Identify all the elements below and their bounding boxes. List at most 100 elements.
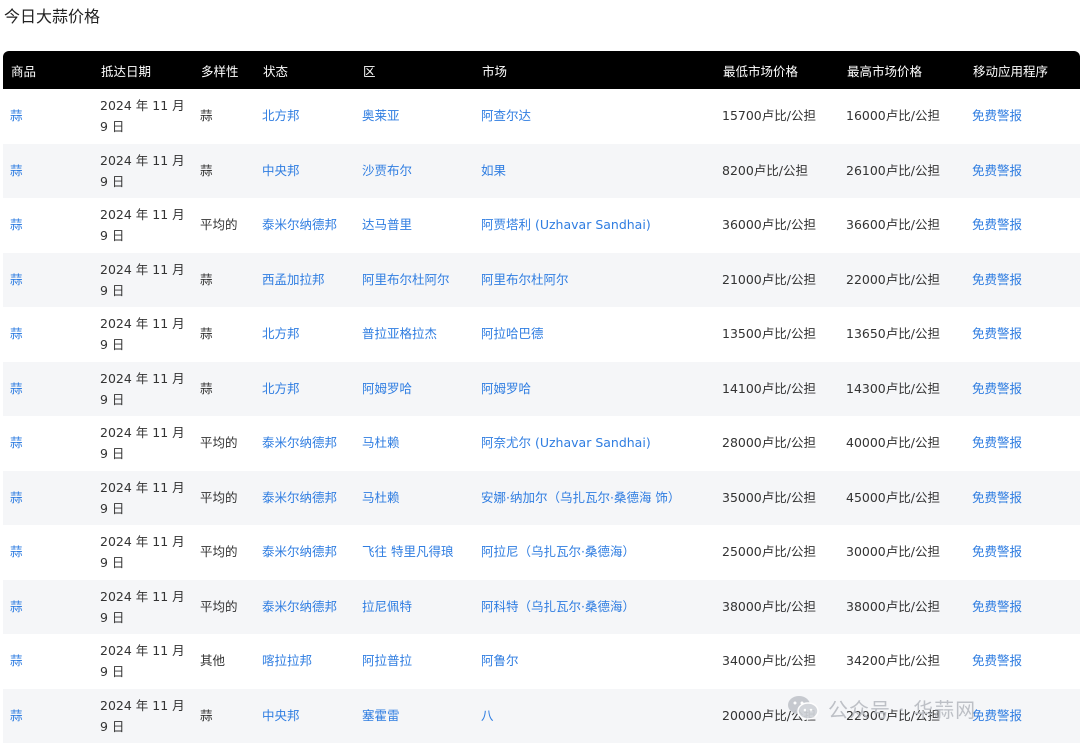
cell-max-price: 34200卢比/公担 xyxy=(846,653,940,669)
cell-state[interactable]: 中央邦 xyxy=(255,689,355,744)
cell-max-price: 22000卢比/公担 xyxy=(846,271,940,287)
cell-max-price: 40000卢比/公担 xyxy=(846,435,940,451)
header-arrival-date: 抵达日期 xyxy=(101,63,152,79)
cell-arrival-date: 2024 年 11 月 9 日 xyxy=(93,307,193,362)
cell-free-alert-link[interactable]: 免费警报 xyxy=(965,580,1080,635)
cell-arrival-date: 2024 年 11 月 9 日 xyxy=(93,525,193,580)
cell-free-alert-link[interactable]: 免费警报 xyxy=(965,253,1080,308)
cell-district[interactable]: 沙贾布尔 xyxy=(355,144,474,199)
table-row: 蒜 2024 年 11 月 9 日 平均的 泰米尔纳德邦 拉尼佩特 阿科特（乌扎瓦尔·桑德海… xyxy=(3,579,1080,635)
cell-market[interactable]: 阿贾塔利 (Uzhavar Sandhai) xyxy=(474,198,715,253)
cell-free-alert-link[interactable]: 免费警报 xyxy=(965,144,1080,199)
cell-market[interactable]: 八 xyxy=(474,689,715,744)
cell-market[interactable]: 阿鲁尔 xyxy=(474,634,715,689)
cell-state[interactable]: 喀拉拉邦 xyxy=(255,634,355,689)
cell-commodity[interactable]: 蒜 xyxy=(3,525,93,580)
cell-arrival-date: 2024 年 11 月 9 日 xyxy=(93,144,193,199)
cell-district[interactable]: 普拉亚格拉杰 xyxy=(355,307,474,362)
cell-commodity[interactable]: 蒜 xyxy=(3,307,93,362)
cell-state[interactable]: 中央邦 xyxy=(255,144,355,199)
cell-district[interactable]: 阿姆罗哈 xyxy=(355,362,474,417)
cell-commodity[interactable]: 蒜 xyxy=(3,580,93,635)
cell-variety: 平均的 xyxy=(200,435,238,451)
cell-district[interactable]: 奥莱亚 xyxy=(355,89,474,144)
cell-district[interactable]: 飞往 特里凡得琅 xyxy=(355,525,474,580)
cell-district[interactable]: 阿拉普拉 xyxy=(355,634,474,689)
cell-market[interactable]: 阿姆罗哈 xyxy=(474,362,715,417)
cell-free-alert-link[interactable]: 免费警报 xyxy=(965,634,1080,689)
cell-variety: 平均的 xyxy=(200,598,238,614)
cell-state[interactable]: 泰米尔纳德邦 xyxy=(255,198,355,253)
cell-min-price: 14100卢比/公担 xyxy=(722,380,816,396)
date-line: 9 日 xyxy=(100,446,125,462)
cell-state[interactable]: 北方邦 xyxy=(255,362,355,417)
date-line: 9 日 xyxy=(100,391,125,407)
cell-variety: 其他 xyxy=(200,653,226,669)
cell-free-alert-link[interactable]: 免费警报 xyxy=(965,525,1080,580)
cell-commodity[interactable]: 蒜 xyxy=(3,471,93,526)
date-line: 2024 年 11 月 xyxy=(100,588,185,604)
table-row: 蒜 2024 年 11 月9 日蒜中央邦 沙贾布尔 如果 8200卢比/公担 26100卢… xyxy=(3,143,1080,199)
cell-state[interactable]: 泰米尔纳德邦 xyxy=(255,416,355,471)
cell-district[interactable]: 拉尼佩特 xyxy=(355,580,474,635)
cell-variety: 蒜 xyxy=(200,707,213,723)
cell-arrival-date: 2024 年 11 月 9 日 xyxy=(93,634,193,689)
cell-commodity[interactable]: 蒜 xyxy=(3,253,93,308)
cell-commodity[interactable]: 蒜 xyxy=(3,416,93,471)
cell-state[interactable]: 北方邦 xyxy=(255,307,355,362)
cell-commodity[interactable]: 蒜 xyxy=(3,198,93,253)
cell-max-price: 45000卢比/公担 xyxy=(846,489,940,505)
date-line: 9 日 xyxy=(100,664,125,680)
cell-market[interactable]: 阿奈尤尔 (Uzhavar Sandhai) xyxy=(474,416,715,471)
cell-free-alert-link[interactable]: 免费警报 xyxy=(965,198,1080,253)
date-line: 2024 年 11 月 xyxy=(100,534,185,550)
cell-state[interactable]: 泰米尔纳德邦 xyxy=(255,580,355,635)
date-line: 2024 年 11 月 xyxy=(100,98,185,114)
date-line: 2024 年 11 月 xyxy=(100,425,185,441)
cell-state[interactable]: 泰米尔纳德邦 xyxy=(255,471,355,526)
cell-commodity[interactable]: 蒜 xyxy=(3,689,93,744)
cell-variety: 平均的 xyxy=(200,544,238,560)
cell-free-alert-link[interactable]: 免费警报 xyxy=(965,362,1080,417)
cell-variety: 蒜 xyxy=(200,108,213,124)
cell-district[interactable]: 马杜赖 xyxy=(355,471,474,526)
cell-market[interactable]: 阿查尔达 xyxy=(474,89,715,144)
header-mobile-app: 移动应用程序 xyxy=(973,63,1049,79)
cell-free-alert-link[interactable]: 免费警报 xyxy=(965,689,1080,744)
cell-market[interactable]: 阿里布尔杜阿尔 xyxy=(474,253,715,308)
cell-district[interactable]: 阿里布尔杜阿尔 xyxy=(355,253,474,308)
cell-arrival-date: 2024 年 11 月 9 日 xyxy=(93,198,193,253)
cell-state[interactable]: 西孟加拉邦 xyxy=(255,253,355,308)
cell-min-price: 8200卢比/公担 xyxy=(722,162,809,178)
cell-commodity[interactable]: 蒜 xyxy=(3,634,93,689)
cell-commodity[interactable]: 蒜 xyxy=(3,89,93,144)
cell-free-alert-link[interactable]: 免费警报 xyxy=(965,471,1080,526)
cell-max-price: 14300卢比/公担 xyxy=(846,380,940,396)
cell-free-alert-link[interactable]: 免费警报 xyxy=(965,416,1080,471)
cell-market[interactable]: 如果 xyxy=(474,144,715,199)
cell-district[interactable]: 塞霍雷 xyxy=(355,689,474,744)
date-line: 2024 年 11 月 xyxy=(100,261,185,277)
cell-free-alert-link[interactable]: 免费警报 xyxy=(965,89,1080,144)
cell-district[interactable]: 达马普里 xyxy=(355,198,474,253)
cell-state[interactable]: 泰米尔纳德邦 xyxy=(255,525,355,580)
cell-market[interactable]: 阿拉尼（乌扎瓦尔·桑德海） xyxy=(474,525,715,580)
cell-variety: 平均的 xyxy=(200,217,238,233)
cell-free-alert-link[interactable]: 免费警报 xyxy=(965,307,1080,362)
cell-commodity[interactable]: 蒜 xyxy=(3,362,93,417)
date-line: 9 日 xyxy=(100,500,125,516)
cell-arrival-date: 2024 年 11 月 9 日 xyxy=(93,416,193,471)
cell-variety: 蒜 xyxy=(200,162,213,178)
cell-market[interactable]: 阿拉哈巴德 xyxy=(474,307,715,362)
date-line: 2024 年 11 月 xyxy=(100,370,185,386)
date-line: 9 日 xyxy=(100,718,125,734)
cell-arrival-date: 2024 年 11 月 9 日 xyxy=(93,471,193,526)
cell-state[interactable]: 北方邦 xyxy=(255,89,355,144)
date-line: 9 日 xyxy=(100,282,125,298)
cell-commodity[interactable]: 蒜 xyxy=(3,144,93,199)
cell-market[interactable]: 阿科特（乌扎瓦尔·桑德海） xyxy=(474,580,715,635)
cell-arrival-date: 2024 年 11 月 9 日 xyxy=(93,580,193,635)
cell-market[interactable]: 安娜·纳加尔（乌扎瓦尔·桑德海 饰） xyxy=(474,471,715,526)
cell-district[interactable]: 马杜赖 xyxy=(355,416,474,471)
table-row: 蒜 2024 年 11 月9 日蒜北方邦 奥莱亚 阿查尔达 15700卢比/公担 1600… xyxy=(3,89,1080,144)
